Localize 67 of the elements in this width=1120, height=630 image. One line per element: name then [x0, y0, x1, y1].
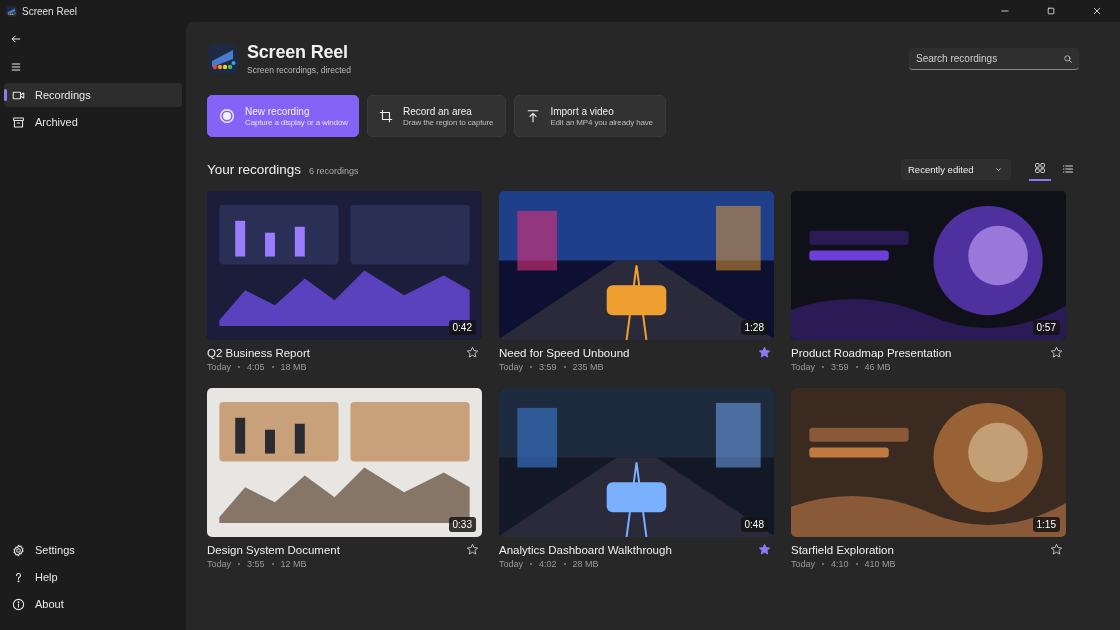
recording-date: Today [499, 362, 524, 372]
action-button[interactable]: New recording Capture a display or a window [207, 95, 359, 137]
recording-title: Need for Speed Unbound [499, 346, 630, 359]
recording-size: 410 MB [864, 559, 896, 569]
sidebar-item[interactable]: Archived [4, 110, 182, 134]
recording-date: Today [791, 559, 816, 569]
app-logo-icon [6, 5, 17, 17]
duration-badge: 0:42 [448, 320, 476, 335]
favorite-star-icon[interactable] [758, 543, 771, 556]
app-subtitle: Screen recordings, directed [247, 65, 351, 75]
recording-size: 18 MB [280, 362, 307, 372]
search-icon [1063, 54, 1073, 64]
recording-title: Q2 Business Report [207, 346, 310, 359]
duration-badge: 0:57 [1032, 320, 1060, 335]
recording-date: Today [791, 362, 816, 372]
archive-box-icon [12, 115, 25, 129]
duration-badge: 0:48 [740, 517, 768, 532]
favorite-star-icon[interactable] [1050, 346, 1063, 359]
recording-time: 4:02 [539, 559, 557, 569]
recording-size: 46 MB [864, 362, 891, 372]
search-field[interactable]: Search recordings [909, 48, 1079, 70]
recording-time: 3:59 [831, 362, 849, 372]
back-icon [10, 33, 22, 45]
recording-title: Product Roadmap Presentation [791, 346, 952, 359]
favorite-star-icon[interactable] [1050, 543, 1063, 556]
favorite-star-icon[interactable] [758, 346, 771, 359]
duration-badge: 1:15 [1032, 517, 1060, 532]
duration-badge: 1:28 [740, 320, 768, 335]
action-button[interactable]: Record an area Draw the region to capture [367, 95, 507, 137]
recording-size: 235 MB [572, 362, 604, 372]
grid-view-icon [1034, 162, 1046, 174]
favorite-star-icon[interactable] [466, 543, 479, 556]
upload-icon [526, 109, 541, 123]
action-button[interactable]: Import a video Edit an MP4 you already have [514, 95, 666, 137]
settings-icon [12, 543, 25, 557]
recording-size: 12 MB [280, 559, 307, 569]
app-title: Screen Reel [247, 42, 349, 63]
recording-time: 3:55 [247, 559, 265, 569]
recording-title: Starfield Exploration [791, 543, 894, 556]
duration-badge: 0:33 [448, 517, 476, 532]
recording-title: Design System Document [207, 543, 340, 556]
app-logo-icon [207, 42, 239, 75]
menu-icon [10, 61, 22, 73]
recording-size: 28 MB [572, 559, 599, 569]
crop-icon [379, 109, 393, 123]
recording-date: Today [207, 559, 232, 569]
selection-indicator [4, 89, 7, 101]
info-icon [12, 597, 25, 611]
sidebar-item[interactable]: About [4, 592, 182, 616]
recording-date: Today [499, 559, 524, 569]
sidebar-item[interactable]: Recordings [4, 83, 182, 107]
sort-dropdown[interactable]: Recently edited [901, 158, 1011, 180]
recording-time: 4:05 [247, 362, 265, 372]
recording-date: Today [207, 362, 232, 372]
sidebar-item[interactable]: Help [4, 565, 182, 589]
record-icon [219, 108, 235, 124]
sidebar-item[interactable]: Settings [4, 538, 182, 562]
section-title: Your recordings [207, 161, 302, 177]
close-icon [1092, 6, 1102, 16]
recording-count: 6 recordings [309, 165, 359, 176]
recording-time: 4:10 [831, 559, 849, 569]
list-view-icon [1062, 163, 1074, 175]
favorite-star-icon[interactable] [466, 346, 479, 359]
maximize-icon [1046, 6, 1056, 16]
recording-time: 3:59 [539, 362, 557, 372]
window-title: Screen Reel [22, 5, 78, 17]
recording-title: Analytics Dashboard Walkthrough [499, 543, 672, 556]
